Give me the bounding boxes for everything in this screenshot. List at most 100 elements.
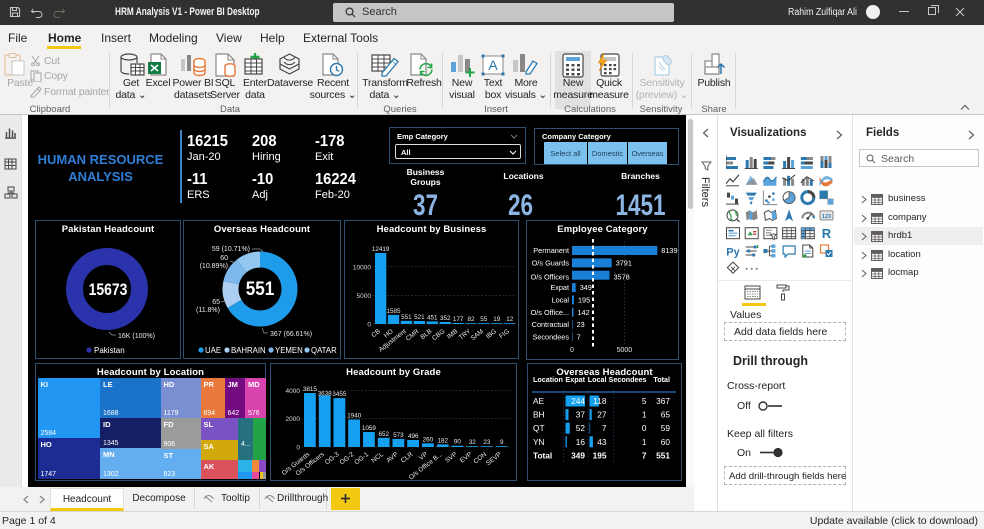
svg-text:3638: 3638 — [318, 391, 333, 398]
svg-text:142: 142 — [578, 308, 590, 317]
svg-text:CLR: CLR — [400, 451, 415, 465]
svg-text:9: 9 — [500, 439, 504, 446]
svg-text:3578: 3578 — [614, 273, 630, 282]
svg-text:BAHRAIN: BAHRAIN — [231, 346, 266, 355]
svg-text:16K (100%): 16K (100%) — [118, 333, 155, 340]
svg-text:CB: CB — [370, 328, 381, 339]
svg-text:OG-1: OG-1 — [353, 451, 370, 467]
svg-text:Total: Total — [653, 375, 670, 384]
svg-text:551: 551 — [401, 314, 412, 321]
svg-text:27: 27 — [597, 410, 607, 420]
svg-text:O/s Office...: O/s Office... — [531, 308, 569, 317]
svg-text:195: 195 — [578, 295, 590, 304]
svg-text:Expat: Expat — [550, 283, 569, 292]
svg-text:1059: 1059 — [362, 425, 377, 432]
svg-text:7: 7 — [602, 423, 607, 433]
svg-text:59 (10.71%): 59 (10.71%) — [212, 246, 250, 253]
svg-text:5: 5 — [642, 396, 647, 406]
svg-text:2000: 2000 — [286, 416, 301, 423]
svg-text:Py: Py — [726, 247, 740, 259]
svg-text:UAE: UAE — [205, 346, 221, 355]
svg-text:BH: BH — [533, 410, 545, 420]
svg-text:23: 23 — [483, 439, 491, 446]
svg-text:10000: 10000 — [353, 264, 371, 271]
svg-text:123: 123 — [822, 214, 831, 220]
svg-text:AVP: AVP — [385, 451, 399, 464]
svg-text:90: 90 — [454, 439, 462, 446]
svg-text:FIG: FIG — [498, 328, 511, 340]
svg-text:Permanent: Permanent — [533, 246, 569, 255]
svg-text:451: 451 — [427, 314, 438, 321]
svg-text:QT: QT — [533, 423, 545, 433]
svg-text:1940: 1940 — [347, 413, 362, 420]
svg-text:573: 573 — [393, 432, 404, 439]
svg-text:16: 16 — [576, 437, 586, 447]
svg-text:5000: 5000 — [617, 347, 633, 354]
svg-text:19: 19 — [493, 316, 501, 323]
svg-text:349: 349 — [571, 450, 585, 460]
svg-text:118: 118 — [593, 396, 607, 406]
svg-text:352: 352 — [440, 315, 451, 322]
svg-text:Pakistan: Pakistan — [94, 346, 125, 355]
svg-text:52: 52 — [576, 423, 586, 433]
svg-text:IBG: IBG — [485, 328, 498, 340]
svg-text:(11.8%): (11.8%) — [196, 307, 220, 314]
svg-text:82: 82 — [467, 316, 475, 323]
svg-text:0: 0 — [570, 347, 574, 354]
svg-text:5000: 5000 — [357, 293, 372, 300]
svg-text:NCL: NCL — [370, 451, 385, 465]
svg-text:BLB: BLB — [419, 328, 433, 341]
svg-text:65: 65 — [661, 410, 671, 420]
svg-text:4000: 4000 — [286, 388, 301, 395]
svg-text:Local: Local — [588, 375, 607, 384]
svg-text:0: 0 — [642, 423, 647, 433]
svg-text:367: 367 — [656, 396, 670, 406]
svg-text:OG-2: OG-2 — [339, 451, 356, 467]
svg-text:3455: 3455 — [332, 391, 347, 398]
svg-text:(10.89%): (10.89%) — [200, 263, 228, 270]
svg-text:8139: 8139 — [661, 246, 677, 255]
svg-text:Contractual: Contractual — [532, 320, 570, 329]
svg-text:1: 1 — [642, 437, 647, 447]
svg-text:60: 60 — [661, 437, 671, 447]
svg-text:A: A — [488, 57, 498, 73]
svg-text:177: 177 — [453, 316, 464, 323]
svg-text:1: 1 — [642, 410, 647, 420]
svg-text:244: 244 — [571, 396, 585, 406]
svg-text:3815: 3815 — [303, 386, 318, 393]
svg-text:O/s Guards: O/s Guards — [532, 258, 570, 267]
svg-text:12419: 12419 — [372, 246, 390, 253]
svg-text:IMB: IMB — [446, 328, 459, 341]
svg-text:CBG: CBG — [431, 328, 446, 342]
svg-text:O/s Officers: O/s Officers — [531, 273, 570, 282]
svg-text:OG-3: OG-3 — [324, 451, 341, 467]
svg-text:7: 7 — [577, 332, 581, 341]
svg-text:349: 349 — [580, 283, 592, 292]
svg-text:32: 32 — [469, 439, 477, 446]
svg-text:R: R — [822, 226, 832, 241]
svg-text:195: 195 — [593, 450, 607, 460]
svg-text:182: 182 — [437, 437, 448, 444]
svg-text:0: 0 — [367, 322, 371, 329]
svg-text:Location: Location — [533, 375, 563, 384]
svg-text:551: 551 — [656, 450, 670, 460]
svg-text:55: 55 — [480, 316, 488, 323]
svg-text:Secondees: Secondees — [609, 375, 647, 384]
svg-text:7: 7 — [642, 450, 647, 460]
svg-text:521: 521 — [414, 314, 425, 321]
svg-text:260: 260 — [423, 436, 434, 443]
svg-text:YN: YN — [533, 437, 545, 447]
svg-text:AE: AE — [533, 396, 545, 406]
svg-text:SVP: SVP — [444, 451, 459, 465]
svg-text:Total: Total — [533, 450, 552, 460]
svg-text:QATAR: QATAR — [311, 346, 337, 355]
svg-text:Secondees: Secondees — [532, 332, 569, 341]
svg-text:3791: 3791 — [616, 258, 632, 267]
svg-text:EVP: EVP — [459, 451, 474, 465]
svg-text:367 (66.61%): 367 (66.61%) — [270, 331, 312, 338]
svg-text:1585: 1585 — [386, 308, 401, 315]
svg-text:652: 652 — [378, 431, 389, 438]
svg-text:Local: Local — [552, 295, 570, 304]
svg-text:0: 0 — [296, 445, 300, 452]
svg-text:SEVP: SEVP — [485, 451, 503, 467]
